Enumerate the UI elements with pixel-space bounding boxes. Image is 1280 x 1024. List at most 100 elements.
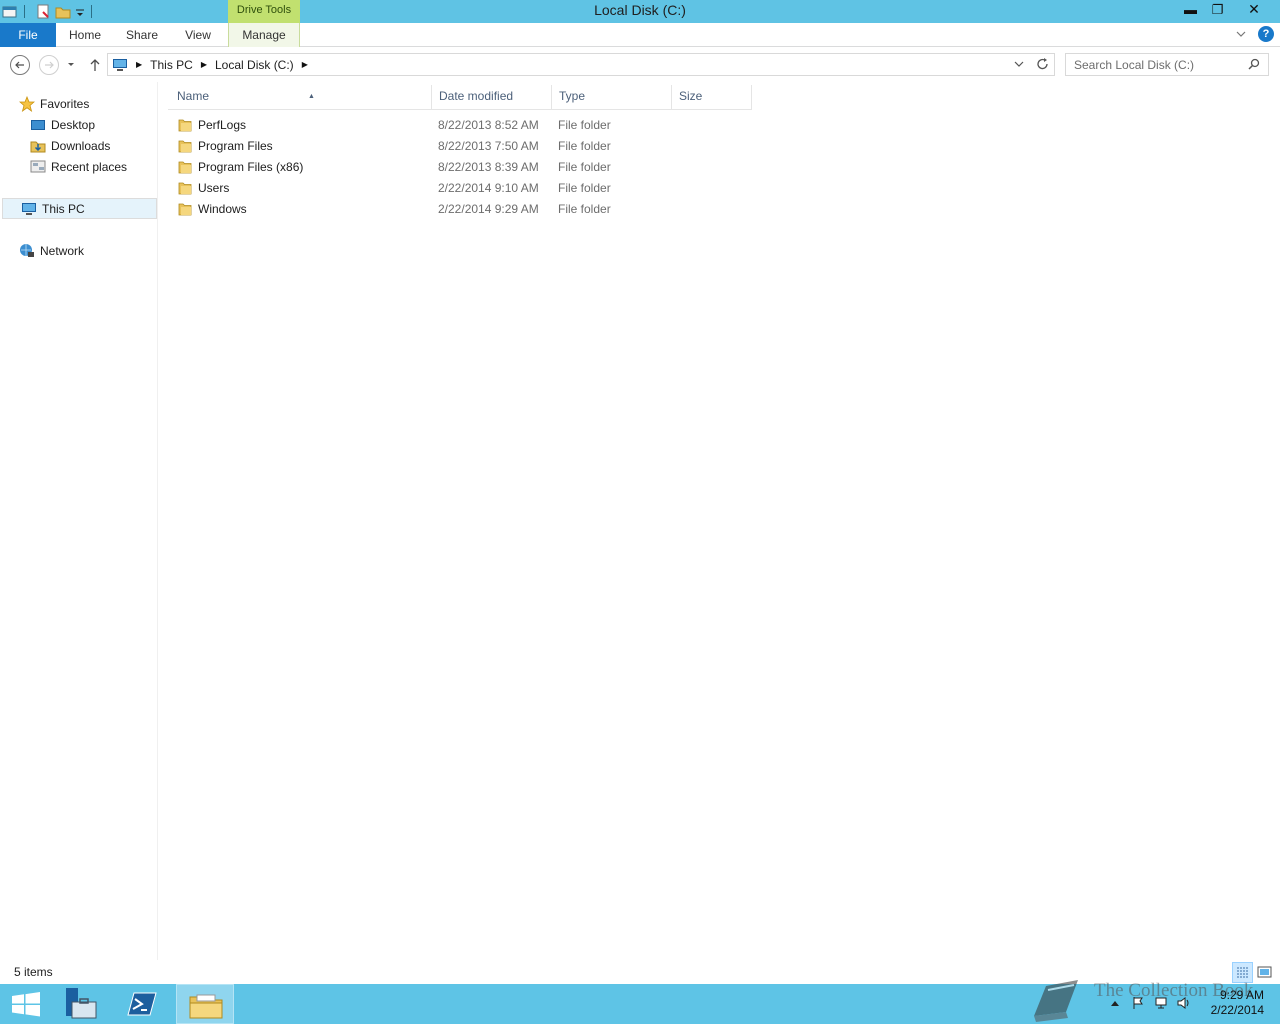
file-type: File folder (558, 139, 611, 153)
new-folder-icon[interactable] (55, 4, 71, 20)
column-header-size[interactable]: Size (672, 85, 752, 110)
table-row[interactable]: Users 2/22/2014 9:10 AM File folder (176, 178, 752, 199)
file-date-modified: 2/22/2014 9:10 AM (438, 181, 539, 195)
close-button[interactable]: ✕ (1231, 0, 1277, 20)
powershell-icon[interactable] (114, 984, 172, 1024)
title-bar: Drive Tools Local Disk (C:) ▬ ❐ ✕ (0, 0, 1280, 23)
folder-icon (178, 139, 192, 153)
column-header-name[interactable]: Name ▲ (170, 85, 432, 110)
sort-ascending-icon: ▲ (308, 93, 315, 100)
explorer-app-icon[interactable] (2, 4, 18, 20)
system-tray (1108, 996, 1191, 1010)
nav-this-pc-label: This PC (42, 201, 85, 216)
item-count: 5 items (14, 965, 53, 979)
nav-desktop-label: Desktop (51, 117, 96, 132)
breadcrumb-separator-icon[interactable]: ▶ (201, 60, 207, 69)
file-type: File folder (558, 118, 611, 132)
drive-tools-context-label: Drive Tools (228, 0, 300, 23)
table-row[interactable]: PerfLogs 8/22/2013 8:52 AM File folder (176, 115, 752, 136)
tab-file[interactable]: File (0, 23, 56, 47)
forward-button[interactable] (39, 55, 59, 75)
breadcrumb-this-pc[interactable]: This PC (150, 58, 193, 72)
column-header-date-modified[interactable]: Date modified (432, 85, 552, 110)
up-button[interactable] (85, 55, 105, 75)
folder-icon (178, 160, 192, 174)
expand-ribbon-icon[interactable] (1236, 26, 1246, 42)
tab-home[interactable]: Home (62, 23, 108, 47)
address-row: ▶ This PC ▶ Local Disk (C:) ▶ (0, 47, 1280, 82)
downloads-icon (30, 138, 46, 154)
star-icon (18, 95, 36, 112)
file-name: PerfLogs (198, 118, 247, 132)
file-type: File folder (558, 202, 611, 216)
column-header-type[interactable]: Type (552, 85, 672, 110)
computer-icon (112, 58, 128, 72)
folder-icon (178, 202, 192, 216)
nav-downloads-label: Downloads (51, 138, 111, 153)
file-date-modified: 8/22/2013 8:52 AM (438, 118, 539, 132)
search-icon[interactable] (1248, 58, 1260, 70)
clock-date: 2/22/2014 (1210, 1003, 1264, 1017)
folder-icon (178, 118, 192, 132)
show-hidden-icons-icon[interactable] (1108, 996, 1122, 1010)
clock-time: 9:29 AM (1219, 988, 1264, 1002)
search-box[interactable] (1065, 53, 1269, 76)
separator (91, 5, 92, 18)
address-history-dropdown-icon[interactable] (1014, 56, 1024, 75)
column-header-divider (168, 109, 752, 110)
file-date-modified: 2/22/2014 9:29 AM (438, 202, 539, 216)
tab-share[interactable]: Share (122, 23, 162, 47)
server-manager-icon[interactable] (52, 984, 110, 1024)
clock[interactable]: 9:29 AM 2/22/2014 (1211, 988, 1264, 1018)
address-bar[interactable]: ▶ This PC ▶ Local Disk (C:) ▶ (107, 53, 1055, 76)
nav-downloads[interactable]: Downloads (0, 135, 158, 156)
breadcrumb-local-disk[interactable]: Local Disk (C:) (215, 58, 294, 72)
file-name: Users (198, 181, 230, 195)
volume-icon[interactable] (1177, 996, 1191, 1010)
file-name: Program Files (198, 139, 273, 153)
back-button[interactable] (10, 55, 30, 75)
start-icon[interactable] (0, 984, 58, 1024)
taskbar: The Collection Book 9:29 AM 2/22/2014 (0, 980, 1280, 1024)
separator (24, 5, 25, 18)
nav-network-label: Network (40, 243, 85, 258)
nav-favorites-label: Favorites (40, 96, 90, 111)
recent-locations-dropdown[interactable] (63, 55, 79, 75)
navigation-pane: Favorites Desktop Downloads Recent place… (0, 82, 158, 960)
column-header-name-label: Name (177, 89, 210, 103)
customize-qat-icon[interactable] (75, 4, 85, 20)
breadcrumb-separator-icon[interactable]: ▶ (302, 60, 308, 69)
nav-desktop[interactable]: Desktop (0, 114, 158, 135)
action-center-flag-icon[interactable] (1131, 996, 1145, 1010)
address-bar-controls (1014, 56, 1050, 75)
network-status-icon[interactable] (1154, 996, 1168, 1010)
file-list: Name ▲ Date modified Type Size PerfLogs … (160, 82, 1280, 960)
breadcrumb-separator-icon[interactable]: ▶ (136, 60, 142, 69)
nav-network[interactable]: Network (0, 240, 158, 261)
file-type: File folder (558, 160, 611, 174)
computer-icon (21, 201, 37, 217)
table-row[interactable]: Program Files (x86) 8/22/2013 8:39 AM Fi… (176, 157, 752, 178)
file-date-modified: 8/22/2013 8:39 AM (438, 160, 539, 174)
maximize-button[interactable]: ❐ (1204, 0, 1231, 20)
quick-access-toolbar (0, 0, 98, 23)
nav-this-pc[interactable]: This PC (2, 198, 157, 219)
table-row[interactable]: Windows 2/22/2014 9:29 AM File folder (176, 199, 752, 220)
search-input[interactable] (1074, 54, 1244, 75)
window-title: Local Disk (C:) (594, 2, 686, 18)
tab-view[interactable]: View (180, 23, 216, 47)
tab-manage[interactable]: Manage (232, 23, 296, 47)
desktop-icon (30, 117, 46, 133)
ribbon-right-controls: ? (1236, 26, 1274, 42)
nav-recent-places[interactable]: Recent places (0, 156, 158, 177)
nav-favorites[interactable]: Favorites (0, 93, 158, 114)
file-name: Program Files (x86) (198, 160, 304, 174)
properties-icon[interactable] (35, 4, 51, 20)
help-icon[interactable]: ? (1258, 26, 1274, 42)
file-explorer-icon[interactable] (176, 984, 234, 1024)
refresh-icon[interactable] (1036, 56, 1050, 75)
network-icon (19, 243, 35, 259)
minimize-button[interactable]: ▬ (1177, 0, 1204, 20)
recent-places-icon (30, 159, 46, 175)
table-row[interactable]: Program Files 8/22/2013 7:50 AM File fol… (176, 136, 752, 157)
